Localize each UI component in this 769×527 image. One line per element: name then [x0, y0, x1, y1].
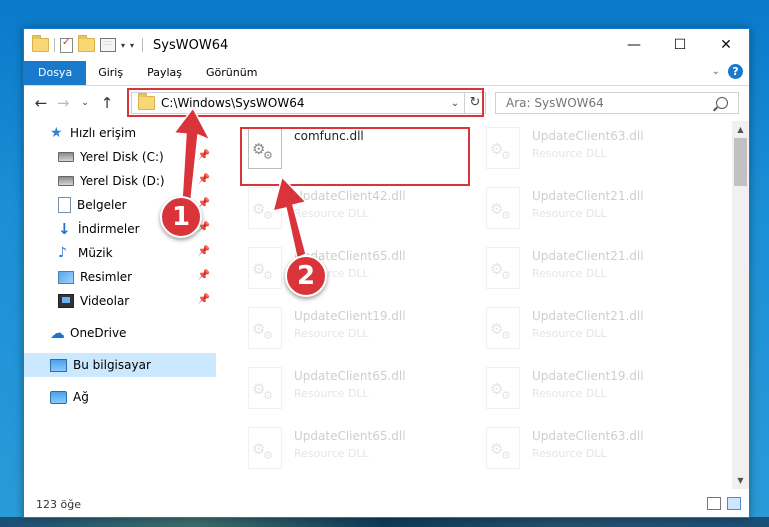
- arrow-1: [172, 106, 212, 201]
- step-badge-2: 2: [285, 255, 327, 297]
- step-badge-1: 1: [160, 196, 202, 238]
- annotation-arrows: [172, 106, 308, 260]
- arrow-2: [271, 175, 308, 260]
